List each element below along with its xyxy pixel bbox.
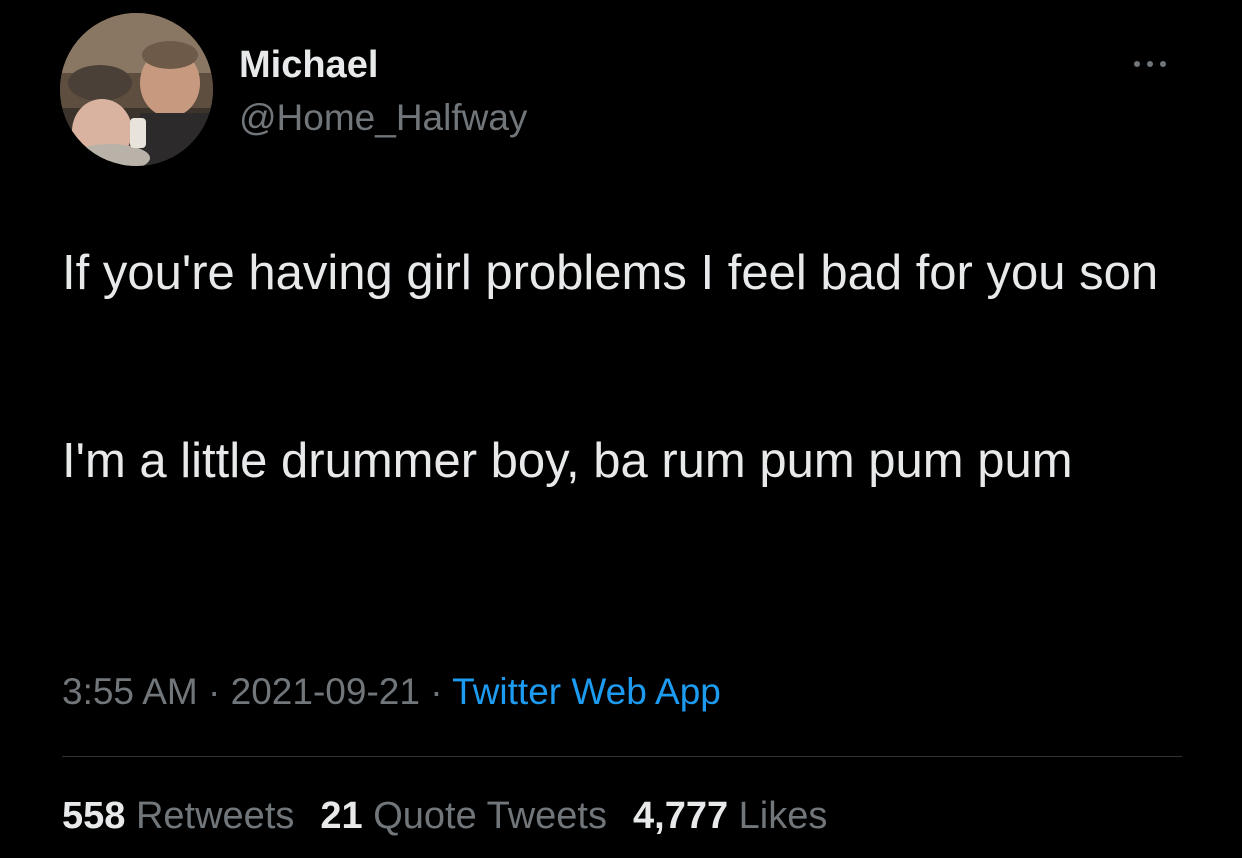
meta-separator: · — [208, 671, 221, 712]
avatar[interactable] — [60, 13, 213, 166]
tweet-time[interactable]: 3:55 AM — [62, 671, 198, 712]
quote-tweets-stat[interactable]: 21 Quote Tweets — [320, 795, 607, 837]
likes-stat[interactable]: 4,777 Likes — [633, 795, 827, 837]
retweets-label: Retweets — [135, 795, 295, 837]
meta-separator: · — [430, 671, 443, 712]
retweets-count: 558 — [62, 795, 126, 837]
quote-tweets-label: Quote Tweets — [373, 795, 607, 837]
avatar-photo — [60, 13, 213, 166]
more-options-button[interactable] — [1120, 50, 1180, 78]
tweet-metadata: 3:55 AM · 2021-09-21 · Twitter Web App — [62, 664, 721, 720]
tweet-date[interactable]: 2021-09-21 — [231, 671, 420, 712]
likes-count: 4,777 — [633, 795, 729, 837]
tweet-text-paragraph: If you're having girl problems I feel ba… — [62, 246, 1159, 300]
tweet-text-paragraph: I'm a little drummer boy, ba rum pum pum… — [62, 434, 1073, 488]
tweet-source-link[interactable]: Twitter Web App — [452, 671, 721, 712]
user-handle[interactable]: @Home_Halfway — [239, 94, 527, 142]
tweet-stats: 558 Retweets 21 Quote Tweets 4,777 Likes — [62, 788, 827, 844]
more-horizontal-icon — [1134, 61, 1166, 67]
likes-label: Likes — [738, 795, 828, 837]
quote-tweets-count: 21 — [320, 795, 363, 837]
tweet: Michael @Home_Halfway If you're having g… — [0, 0, 1242, 858]
retweets-stat[interactable]: 558 Retweets — [62, 795, 294, 837]
display-name[interactable]: Michael — [239, 40, 378, 90]
divider — [62, 756, 1182, 757]
